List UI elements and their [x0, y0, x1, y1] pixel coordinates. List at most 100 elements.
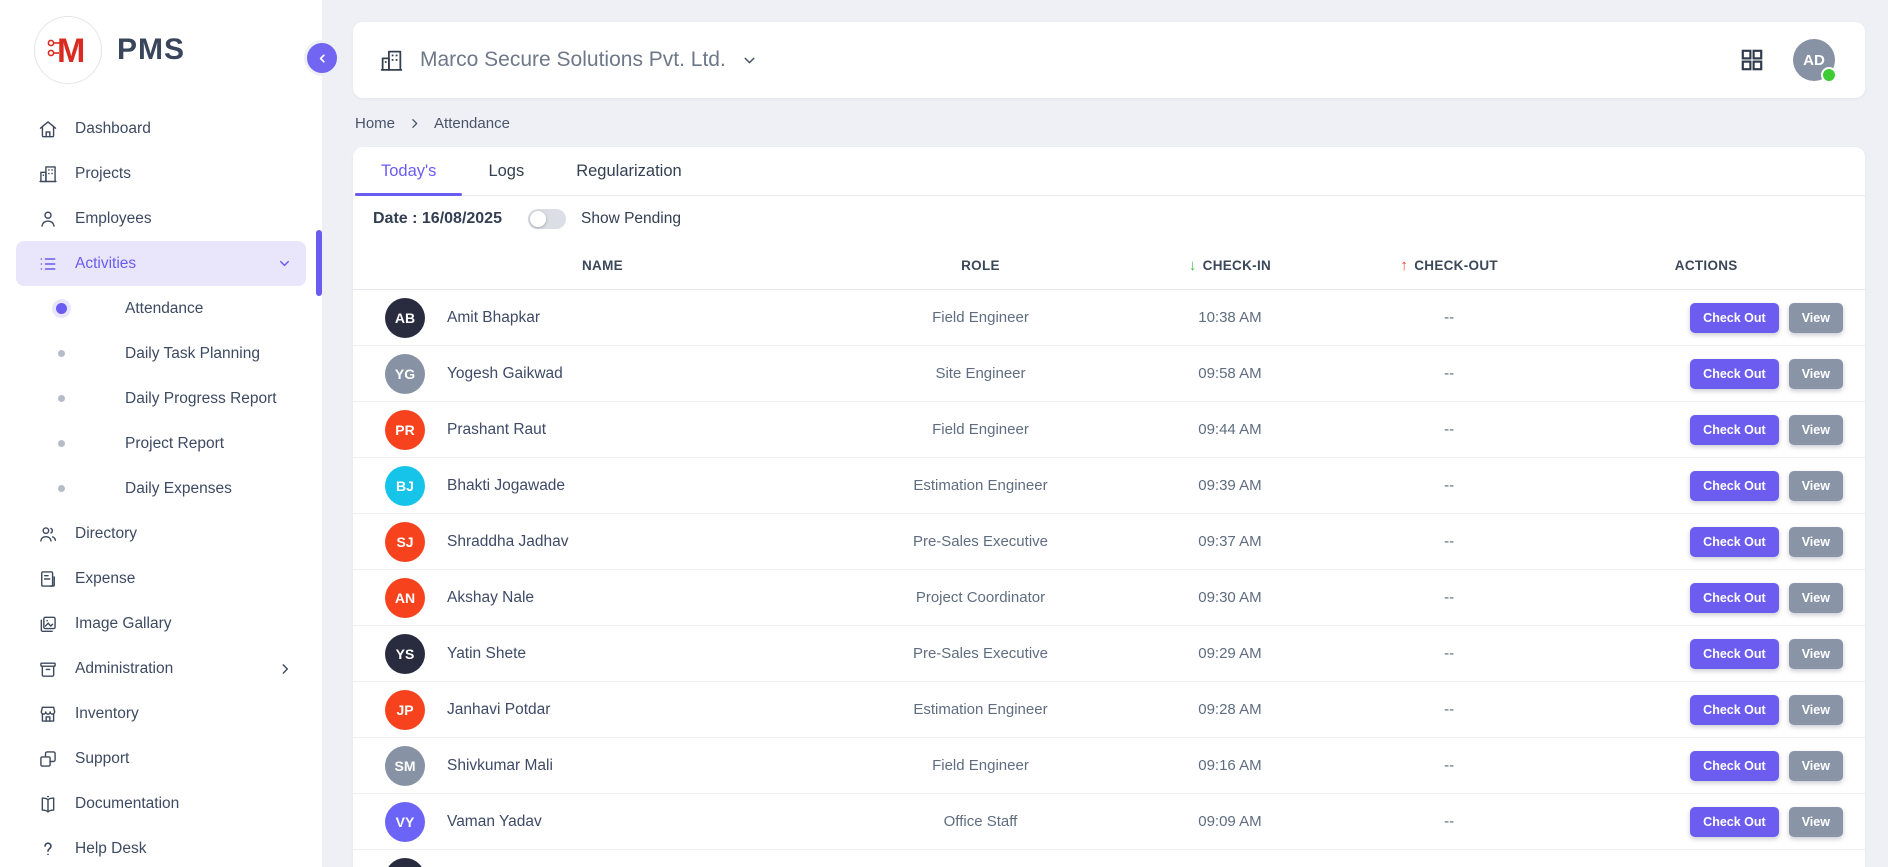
- list-icon: [38, 254, 58, 274]
- view-button[interactable]: View: [1789, 807, 1843, 837]
- sidebar-item-documentation[interactable]: Documentation: [16, 781, 306, 826]
- sidebar-item-activities[interactable]: Activities: [16, 241, 306, 286]
- company-selector[interactable]: Marco Secure Solutions Pvt. Ltd.: [379, 48, 758, 73]
- row-avatar-initials: PR: [395, 422, 414, 438]
- show-pending-toggle[interactable]: [528, 209, 566, 229]
- bullet-dot-icon: [56, 303, 67, 314]
- employee-cell: SJ Shraddha Jadhav: [353, 522, 852, 562]
- row-actions: Check Out View: [1547, 471, 1865, 501]
- row-name: Amit Bhapkar: [447, 309, 540, 327]
- sidebar-item-help-desk[interactable]: Help Desk: [16, 826, 306, 867]
- question-icon: [38, 839, 58, 859]
- tab-regularization[interactable]: Regularization: [550, 147, 707, 195]
- employee-cell: VY Vaman Yadav: [353, 802, 852, 842]
- row-checkin: 09:37 AM: [1109, 533, 1351, 550]
- checkout-button[interactable]: Check Out: [1690, 527, 1779, 557]
- attendance-card: Today's Logs Regularization Date : 16/08…: [353, 147, 1865, 867]
- sidebar-item-daily-task-planning[interactable]: Daily Task Planning: [16, 331, 306, 376]
- sidebar-item-support[interactable]: Support: [16, 736, 306, 781]
- company-name: Marco Secure Solutions Pvt. Ltd.: [420, 48, 726, 72]
- checkout-button[interactable]: Check Out: [1690, 359, 1779, 389]
- sidebar-scrollbar-thumb[interactable]: [316, 230, 322, 296]
- tab-logs[interactable]: Logs: [462, 147, 550, 195]
- table-row: YS Yatin Shete Pre-Sales Executive 09:29…: [353, 626, 1865, 682]
- checkout-button[interactable]: Check Out: [1690, 807, 1779, 837]
- view-button[interactable]: View: [1789, 303, 1843, 333]
- column-header-role[interactable]: ROLE: [852, 258, 1109, 273]
- chevron-right-icon: [278, 662, 292, 676]
- sidebar-item-employees[interactable]: Employees: [16, 196, 306, 241]
- view-button[interactable]: View: [1789, 527, 1843, 557]
- checkout-button[interactable]: Check Out: [1690, 471, 1779, 501]
- checkout-button[interactable]: Check Out: [1690, 639, 1779, 669]
- sidebar-collapse-button[interactable]: [304, 40, 340, 76]
- table-row: SJ Shraddha Jadhav Pre-Sales Executive 0…: [353, 514, 1865, 570]
- checkout-button[interactable]: Check Out: [1690, 751, 1779, 781]
- sidebar-item-label: Image Gallary: [75, 615, 171, 633]
- view-button[interactable]: View: [1789, 639, 1843, 669]
- row-checkout: --: [1351, 365, 1548, 382]
- column-header-checkout[interactable]: ↑CHECK-OUT: [1351, 257, 1548, 274]
- sidebar-item-directory[interactable]: Directory: [16, 511, 306, 556]
- checkout-button[interactable]: Check Out: [1690, 695, 1779, 725]
- employee-avatar: YS: [385, 634, 425, 674]
- row-checkout: --: [1351, 477, 1548, 494]
- table-row: SM Shivkumar Mali Field Engineer 09:16 A…: [353, 738, 1865, 794]
- sidebar-item-image-gallary[interactable]: Image Gallary: [16, 601, 306, 646]
- sidebar-item-projects[interactable]: Projects: [16, 151, 306, 196]
- sidebar-item-attendance[interactable]: Attendance: [16, 286, 306, 331]
- view-button[interactable]: View: [1789, 415, 1843, 445]
- view-button[interactable]: View: [1789, 751, 1843, 781]
- employee-cell: YS Yatin Shete: [353, 634, 852, 674]
- checkout-button[interactable]: Check Out: [1690, 303, 1779, 333]
- row-checkin: 09:30 AM: [1109, 589, 1351, 606]
- sidebar-item-daily-progress-report[interactable]: Daily Progress Report: [16, 376, 306, 421]
- employee-avatar: JP: [385, 690, 425, 730]
- table-row: YG Yogesh Gaikwad Site Engineer 09:58 AM…: [353, 346, 1865, 402]
- row-name: Akshay Nale: [447, 589, 534, 607]
- sidebar-item-expense[interactable]: Expense: [16, 556, 306, 601]
- row-avatar-initials: SM: [395, 758, 416, 774]
- sidebar-item-inventory[interactable]: Inventory: [16, 691, 306, 736]
- toggle-knob: [530, 211, 546, 227]
- employee-cell: JP Janhavi Potdar: [353, 690, 852, 730]
- bullet-dot-icon: [58, 395, 65, 402]
- sidebar-item-administration[interactable]: Administration: [16, 646, 306, 691]
- view-button[interactable]: View: [1789, 471, 1843, 501]
- chevron-down-icon: [277, 256, 292, 271]
- view-button[interactable]: View: [1789, 359, 1843, 389]
- sidebar: M PMS Dashboard Projects Employees: [0, 0, 322, 867]
- chevron-left-icon: [316, 52, 329, 65]
- employee-avatar: SJ: [385, 522, 425, 562]
- row-name: Vaman Yadav: [447, 813, 542, 831]
- sidebar-item-daily-expenses[interactable]: Daily Expenses: [16, 466, 306, 511]
- row-actions: Check Out View: [1547, 695, 1865, 725]
- row-name: Bhakti Jogawade: [447, 477, 565, 495]
- checkout-button[interactable]: Check Out: [1690, 583, 1779, 613]
- table-row: VY Vaman Yadav Office Staff 09:09 AM -- …: [353, 794, 1865, 850]
- employee-cell: PR Prashant Raut: [353, 410, 852, 450]
- sidebar-item-dashboard[interactable]: Dashboard: [16, 106, 306, 151]
- row-checkin: 09:28 AM: [1109, 701, 1351, 718]
- sidebar-item-label: Employees: [75, 210, 152, 228]
- row-checkout: --: [1351, 533, 1548, 550]
- view-button[interactable]: View: [1789, 695, 1843, 725]
- column-header-name[interactable]: NAME: [353, 258, 852, 273]
- person-icon: [38, 209, 58, 229]
- column-header-checkin[interactable]: ↓CHECK-IN: [1109, 257, 1351, 274]
- row-role: Site Engineer: [852, 365, 1109, 382]
- book-icon: [38, 794, 58, 814]
- tab-todays[interactable]: Today's: [355, 147, 462, 195]
- row-checkout: --: [1351, 589, 1548, 606]
- row-actions: Check Out View: [1547, 583, 1865, 613]
- user-avatar[interactable]: AD: [1793, 39, 1835, 81]
- checkout-button[interactable]: Check Out: [1690, 415, 1779, 445]
- attendance-table-body: AB Amit Bhapkar Field Engineer 10:38 AM …: [353, 290, 1865, 867]
- apps-grid-icon[interactable]: [1739, 47, 1765, 73]
- company-logo-icon: M: [34, 16, 102, 84]
- view-button[interactable]: View: [1789, 583, 1843, 613]
- breadcrumb-home[interactable]: Home: [355, 115, 395, 132]
- employee-avatar: YG: [385, 354, 425, 394]
- sidebar-item-project-report[interactable]: Project Report: [16, 421, 306, 466]
- row-actions: Check Out View: [1547, 807, 1865, 837]
